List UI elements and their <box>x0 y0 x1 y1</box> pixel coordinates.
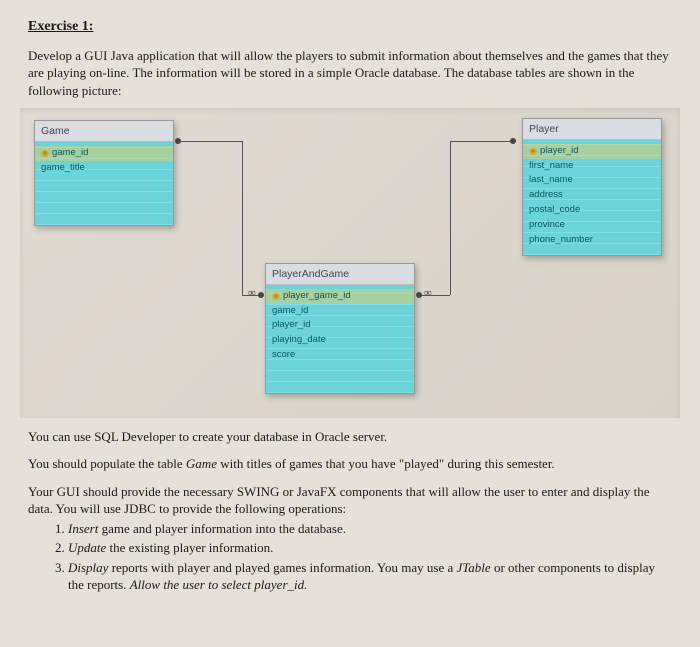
table-game: Game game_id game_title <box>34 120 174 227</box>
field-label: last_name <box>529 174 573 187</box>
table-row: last_name <box>529 173 655 188</box>
field-label: game_id <box>52 147 88 160</box>
text-span: game and player information into the dat… <box>98 521 346 536</box>
field-label: phone_number <box>529 234 593 247</box>
table-row: phone_number <box>529 233 655 248</box>
table-row: game_title <box>41 161 167 176</box>
paragraph-populate: You should populate the table Game with … <box>28 455 672 473</box>
table-row: score <box>272 348 408 363</box>
infinity-icon: ∞ <box>424 286 432 301</box>
table-player-and-game: PlayerAndGame player_game_id game_id pla… <box>265 263 415 394</box>
field-label: game_title <box>41 162 85 175</box>
list-item: Update the existing player information. <box>68 539 672 557</box>
field-label: player_id <box>272 319 311 332</box>
table-row: address <box>529 188 655 203</box>
connector-endpoint <box>510 138 516 144</box>
field-label: first_name <box>529 160 573 173</box>
operations-list: Insert game and player information into … <box>68 520 672 594</box>
table-player: Player player_id first_name last_name ad… <box>522 118 662 257</box>
connector-line <box>450 141 451 295</box>
connector-endpoint <box>416 292 422 298</box>
connector-line <box>178 141 243 142</box>
table-row: player_id <box>523 144 661 159</box>
field-label: province <box>529 219 565 232</box>
paragraph-gui: Your GUI should provide the necessary SW… <box>28 483 672 594</box>
text-span: with titles of games that you have "play… <box>217 456 555 471</box>
field-label: game_id <box>272 305 308 318</box>
text-span: reports with player and played games inf… <box>108 560 456 575</box>
text-italic: Insert <box>68 521 98 536</box>
text-span: You should populate the table <box>28 456 186 471</box>
field-label: address <box>529 189 563 202</box>
er-diagram: Game game_id game_title Player player_id… <box>20 108 680 418</box>
table-player-header: Player <box>523 119 661 140</box>
connector-line <box>450 141 510 142</box>
text-span: the existing player information. <box>106 540 273 555</box>
table-game-header: Game <box>35 121 173 142</box>
table-row: game_id <box>35 146 173 161</box>
table-row: player_id <box>272 318 408 333</box>
field-label: player_game_id <box>283 290 351 303</box>
list-item: Insert game and player information into … <box>68 520 672 538</box>
text-italic: Update <box>68 540 106 555</box>
field-label: playing_date <box>272 334 326 347</box>
table-row: postal_code <box>529 203 655 218</box>
key-icon <box>272 292 280 300</box>
connector-line <box>242 141 243 295</box>
table-row: game_id <box>272 304 408 319</box>
infinity-icon: ∞ <box>248 286 256 301</box>
paragraph-sql-dev: You can use SQL Developer to create your… <box>28 428 672 446</box>
table-pag-header: PlayerAndGame <box>266 264 414 285</box>
table-row: playing_date <box>272 333 408 348</box>
table-row: province <box>529 218 655 233</box>
text-italic: Display <box>68 560 108 575</box>
table-row: first_name <box>529 159 655 174</box>
text-italic: JTable <box>457 560 491 575</box>
field-label: postal_code <box>529 204 580 217</box>
key-icon <box>41 149 49 157</box>
field-label: score <box>272 349 295 362</box>
intro-paragraph: Develop a GUI Java application that will… <box>28 47 672 100</box>
exercise-heading: Exercise 1: <box>28 18 672 37</box>
connector-endpoint <box>258 292 264 298</box>
key-icon <box>529 147 537 155</box>
text-span: Your GUI should provide the necessary SW… <box>28 484 649 517</box>
table-row: player_game_id <box>266 289 414 304</box>
text-italic: Allow the user to select player_id. <box>130 577 308 592</box>
field-label: player_id <box>540 145 579 158</box>
list-item: Display reports with player and played g… <box>68 559 672 594</box>
text-italic: Game <box>186 456 217 471</box>
